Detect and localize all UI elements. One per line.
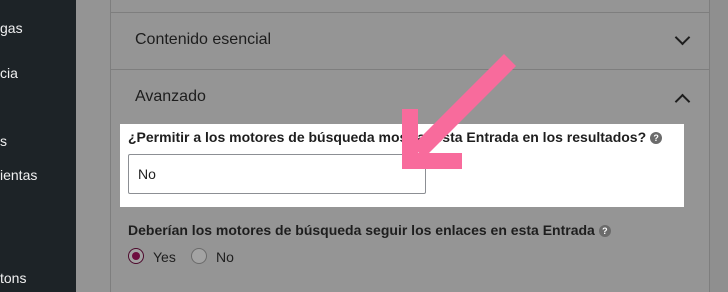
sidebar-item-label: tons (0, 270, 27, 286)
radio-no[interactable] (191, 248, 207, 264)
sidebar-item-label: gas (0, 20, 23, 36)
sidebar-item-3[interactable]: s (0, 132, 7, 150)
question-circle-icon[interactable]: ? (650, 132, 663, 144)
section-title: Avanzado (135, 88, 206, 105)
sidebar-item-label: ientas (0, 167, 38, 183)
pointer-arrow-icon (402, 53, 517, 169)
chevron-down-icon[interactable] (674, 29, 691, 46)
select-value: No (138, 166, 156, 182)
chevron-up-icon[interactable] (674, 93, 691, 110)
sidebar-item-2[interactable]: cia (0, 64, 18, 82)
content-gutter (76, 0, 110, 292)
radio-yes-label[interactable]: Yes (153, 249, 176, 265)
sidebar-item-label: s (0, 133, 7, 149)
follow-links-label: Deberían los motores de búsqueda seguir … (128, 222, 611, 238)
radio-no-label[interactable]: No (216, 249, 234, 265)
sidebar-item-5[interactable]: tons (0, 269, 26, 287)
admin-sidebar: gas cia s ientas tons (0, 0, 76, 292)
section-title: Contenido esencial (135, 31, 272, 48)
sidebar-item-1[interactable]: gas (0, 19, 23, 37)
radio-yes[interactable] (128, 248, 144, 264)
sidebar-item-4[interactable]: ientas (0, 166, 37, 184)
question-circle-icon[interactable]: ? (598, 225, 611, 237)
follow-links-label-text: Deberían los motores de búsqueda seguir … (128, 222, 595, 238)
sidebar-item-label: cia (0, 65, 18, 81)
